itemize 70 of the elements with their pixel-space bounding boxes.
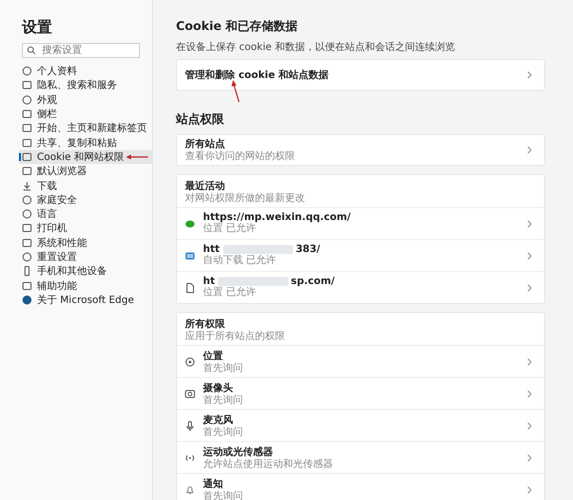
outline-icon — [22, 252, 32, 262]
permission-row[interactable]: 摄像头 首先询问 — [177, 377, 544, 409]
section-title: 站点权限 — [176, 111, 225, 128]
outline-icon — [22, 94, 32, 105]
chevron-right-icon — [527, 146, 532, 154]
sidebar-item[interactable]: 外观 — [19, 92, 152, 107]
chevron-right-icon — [527, 390, 532, 398]
location-icon — [185, 356, 195, 366]
sidebar-item[interactable]: 开始、主页和新建标签页 — [19, 121, 152, 136]
outline-icon — [22, 109, 32, 120]
sidebar-item[interactable]: 打印机 — [19, 221, 152, 236]
outline-icon — [22, 138, 32, 148]
section-title: Cookie 和已存储数据 — [176, 18, 299, 35]
outline-icon — [22, 209, 32, 220]
card-icon — [185, 250, 195, 260]
outline-icon — [22, 238, 32, 248]
permission-row[interactable]: 通知 首先询问 — [177, 473, 544, 500]
camera-icon — [185, 388, 195, 398]
mic-icon — [185, 420, 195, 430]
site-row[interactable]: https://mp.weixin.qq.com/ 位置 已允许 — [177, 207, 544, 239]
sidebar-item[interactable]: Cookie 和网站权限 — [19, 150, 152, 164]
settings-title: 设置 — [22, 18, 53, 37]
search-field[interactable]: 搜索设置 — [22, 43, 140, 58]
sidebar-item[interactable]: 隐私、搜索和服务 — [19, 78, 152, 93]
page-icon — [185, 282, 195, 292]
outline-icon — [22, 280, 32, 291]
outline-icon — [22, 166, 32, 176]
chevron-right-icon — [527, 71, 532, 79]
sidebar-item[interactable]: 侧栏 — [19, 106, 152, 122]
sidebar-item[interactable]: 关于 Microsoft Edge — [19, 292, 152, 308]
sidebar-item[interactable]: 个人资料 — [19, 64, 152, 78]
sidebar-item[interactable]: 辅助功能 — [19, 278, 152, 293]
manage-cookies-link[interactable]: 管理和删除 cookie 和站点数据 — [176, 59, 545, 91]
permission-row[interactable]: 运动或光传感器 允许站点使用运动和光传感器 — [177, 441, 544, 473]
sidebar-item[interactable]: 默认浏览器 — [19, 164, 152, 178]
card-description: 应用于所有站点的权限 — [185, 331, 286, 343]
outline-icon — [22, 194, 32, 205]
outline-icon — [22, 66, 32, 76]
sidebar-item[interactable]: 手机和其他设备 — [19, 264, 152, 278]
outline-icon — [22, 80, 32, 90]
chevron-right-icon — [527, 486, 532, 494]
chevron-right-icon — [527, 358, 532, 366]
sidebar-item[interactable]: 下载 — [19, 178, 152, 193]
chevron-right-icon — [527, 284, 532, 292]
outline-icon — [22, 223, 32, 234]
outline-icon — [22, 180, 32, 191]
card-description: 对网站权限所做的最新更改 — [185, 193, 306, 205]
sensor-icon — [185, 452, 195, 462]
all-sites-link[interactable]: 所有站点 查看你访问的网站的权限 — [176, 134, 545, 166]
permission-row[interactable]: 位置 首先询问 — [177, 345, 544, 377]
sidebar-item[interactable]: 家庭安全 — [19, 192, 152, 207]
sidebar-item[interactable]: 共享、复制和粘贴 — [19, 135, 152, 150]
chevron-right-icon — [527, 422, 532, 430]
section-description: 在设备上保存 cookie 和数据，以便在站点和会话之间连续浏览 — [176, 40, 456, 54]
bell-icon — [185, 484, 195, 494]
chevron-right-icon — [527, 454, 532, 462]
sidebar-item[interactable]: 重置设置 — [19, 250, 152, 264]
sidebar-item[interactable]: 系统和性能 — [19, 236, 152, 250]
sidebar-item[interactable]: 语言 — [19, 206, 152, 222]
card-title: 最近活动 — [185, 180, 226, 192]
site-row[interactable]: ht sp.com/ 位置 已允许 — [177, 271, 544, 303]
outline-icon — [22, 123, 32, 134]
permission-row[interactable]: 麦克风 首先询问 — [177, 409, 544, 441]
site-row[interactable]: htt 383/ 自动下载 已允许 — [177, 239, 544, 271]
outline-icon — [22, 152, 32, 162]
dot-icon — [185, 218, 195, 228]
card-title: 所有权限 — [185, 318, 226, 330]
chevron-right-icon — [527, 252, 532, 260]
outline-icon — [22, 266, 32, 276]
chevron-right-icon — [527, 220, 532, 228]
